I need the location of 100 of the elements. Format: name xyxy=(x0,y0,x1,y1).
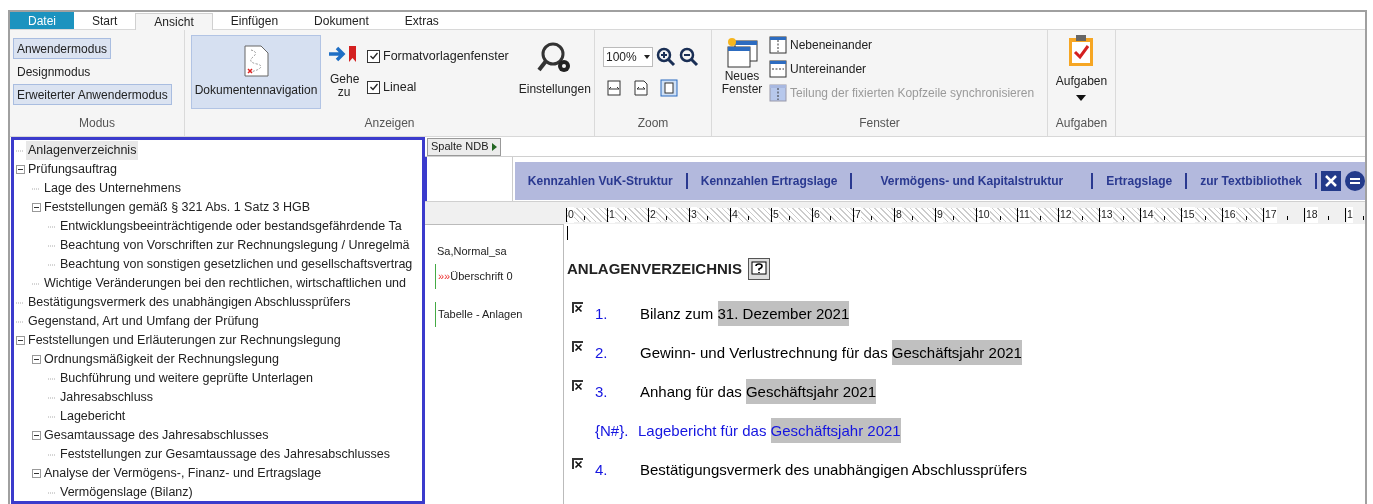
help-icon[interactable] xyxy=(748,258,770,281)
tree-item[interactable]: Vermögenslage (Bilanz) xyxy=(58,483,195,501)
tree-item[interactable]: Wichtige Veränderungen bei den rechtlichen, wirtschaftlichen und xyxy=(42,274,409,293)
expander-icon[interactable] xyxy=(31,203,41,212)
mode-button[interactable]: Anwendermodus xyxy=(13,38,112,59)
ruler-number: 0 xyxy=(568,207,574,223)
text-cursor xyxy=(567,226,568,240)
new-window-button[interactable]: Neues Fenster xyxy=(721,36,763,114)
collapse-icon[interactable] xyxy=(1345,171,1365,191)
tree-line xyxy=(16,149,24,152)
dropdown-arrow-icon xyxy=(644,55,650,59)
expander-icon[interactable] xyxy=(31,355,41,364)
tree-item[interactable]: Feststellungen und Erläuterungen zur Rechnungslegung xyxy=(26,331,343,350)
ruler-number: 9 xyxy=(937,207,943,223)
close-icon[interactable] xyxy=(1321,171,1341,191)
ribbon-tab[interactable]: Extras xyxy=(386,12,457,29)
tree-line xyxy=(48,396,56,399)
tree-item[interactable]: Entwicklungsbeeinträchtigende oder bestandsgefährdende Ta xyxy=(58,217,404,236)
ribbon-tab[interactable]: Datei xyxy=(10,12,74,29)
column-toggle-button[interactable]: Spalte NDB xyxy=(427,137,502,156)
zoom-out-icon[interactable] xyxy=(679,47,699,67)
list-entry-text: Anhang für das Geschäftsjahr 2021 xyxy=(640,380,876,404)
map-document-icon xyxy=(243,45,269,77)
tree-item[interactable]: Gegenstand, Art und Umfang der Prüfung xyxy=(26,312,261,331)
list-checkbox[interactable] xyxy=(572,379,583,391)
checkbox[interactable]: Lineal xyxy=(367,77,509,97)
mode-button[interactable]: Erweiterter Anwendermodus xyxy=(13,84,172,105)
ruler-number: 15 xyxy=(1183,207,1195,223)
tasks-button[interactable]: Aufgaben xyxy=(1055,33,1108,114)
tree-item[interactable]: Anlagenverzeichnis xyxy=(26,141,139,160)
zoom-in-icon[interactable] xyxy=(656,47,676,67)
ruler-number: 1 xyxy=(609,207,615,223)
mode-button[interactable]: Designmodus xyxy=(13,61,95,82)
expand-arrow-icon xyxy=(492,142,498,151)
tree-item[interactable]: Analyse der Vermögens-, Finanz- und Ertragslage xyxy=(42,464,324,483)
list-entry-text: Gewinn- und Verlustrechnung für das Geschäftsjahr 2021 xyxy=(640,341,1022,365)
expander-icon[interactable] xyxy=(31,431,41,440)
group-label: Fenster xyxy=(858,115,901,132)
list-entry-text: Bestätigungsvermerk des unabhängigen Abschlussprüfers xyxy=(640,459,1027,480)
tree-item[interactable]: Beachtung von Vorschriften zur Rechnungslegung / Unregelmä xyxy=(58,236,412,255)
page-width-icon[interactable] xyxy=(606,80,622,96)
tree-line xyxy=(32,187,40,190)
new-window-icon xyxy=(725,36,759,68)
ruler-number: 1 xyxy=(1347,207,1353,223)
ribbon-tab[interactable]: Einfügen xyxy=(212,12,297,29)
tree-item[interactable]: Feststellungen gemäß § 321 Abs. 1 Satz 3 HGB xyxy=(42,198,313,217)
toolbar-link[interactable]: Ertragslage xyxy=(1093,172,1186,190)
toolbar-link[interactable]: Vermögens- und Kapitalstruktur xyxy=(852,172,1092,190)
list-checkbox[interactable] xyxy=(572,457,583,469)
ruler-number: 4 xyxy=(732,207,738,223)
tree-line xyxy=(48,415,56,418)
checkmark-icon xyxy=(368,51,379,62)
dropdown-arrow-icon xyxy=(1076,95,1087,101)
ribbon-tab[interactable]: Start xyxy=(74,12,136,29)
toolbar-link[interactable]: zur Textbibliothek xyxy=(1187,172,1315,190)
ruler-number: 5 xyxy=(773,207,779,223)
list-checkbox[interactable] xyxy=(572,340,583,352)
tree-item[interactable]: Feststellungen zur Gesamtaussage des Jahresabschlusses xyxy=(58,445,393,464)
ruler-number: 18 xyxy=(1306,207,1318,223)
text-width-icon[interactable] xyxy=(633,80,649,96)
document-navigation-button[interactable]: Dokumentennavigation xyxy=(191,35,321,109)
window-layout-button[interactable]: Nebeneinander xyxy=(769,36,1035,54)
tree-item[interactable]: Ordnungsmäßigkeit der Rechnungslegung xyxy=(42,350,281,369)
group-label: Aufgaben xyxy=(1054,115,1109,132)
tree-item[interactable]: Lagebericht xyxy=(58,407,128,426)
checkbox[interactable]: Formatvorlagenfenster xyxy=(367,47,509,66)
tree-item[interactable]: Prüfungsauftrag xyxy=(26,160,119,179)
ruler-number: 11 xyxy=(1019,207,1030,223)
split-window-icon xyxy=(769,84,787,102)
whole-page-icon[interactable] xyxy=(660,79,678,97)
toolbar-link[interactable]: Kennzahlen VuK-Struktur xyxy=(514,172,686,190)
tree-item[interactable]: Jahresabschluss xyxy=(58,388,156,407)
ruler-number: 17 xyxy=(1265,207,1277,223)
tree-item[interactable]: Beachtung von sonstigen gesetzlichen und gesellschaftsvertrag xyxy=(58,255,415,274)
toolbar-link[interactable]: Kennzahlen Ertragslage xyxy=(687,172,851,190)
expander-icon[interactable] xyxy=(31,469,41,478)
settings-button[interactable]: Einstellungen xyxy=(518,35,591,98)
ruler-number: 16 xyxy=(1224,207,1236,223)
tree-item[interactable]: Gesamtaussage des Jahresabschlusses xyxy=(42,426,271,445)
group-label: Modus xyxy=(78,115,116,132)
ribbon-tab[interactable]: Ansicht xyxy=(135,13,213,30)
list-number: 1. xyxy=(595,303,609,324)
tree-item[interactable]: Buchführung und weitere geprüfte Unterlagen xyxy=(58,369,315,388)
ruler-number: 2 xyxy=(650,207,656,223)
tree-line xyxy=(48,225,56,228)
window-layout-button[interactable]: Untereinander xyxy=(769,60,1035,78)
expander-icon[interactable] xyxy=(15,165,25,174)
tree-item[interactable]: Bestätigungsvermerk des unabhängigen Abschlussprüfers xyxy=(26,293,353,312)
tree-item[interactable]: Lage des Unternehmens xyxy=(42,179,183,198)
tree-line xyxy=(48,263,56,266)
style-label: Tabelle - Anlagen xyxy=(438,307,523,323)
list-number: 2. xyxy=(595,342,609,363)
list-checkbox[interactable] xyxy=(572,301,583,313)
expander-icon[interactable] xyxy=(15,336,25,345)
zoom-select[interactable]: 100% xyxy=(603,47,653,67)
ruler-number: 12 xyxy=(1060,207,1072,223)
go-to-button[interactable]: Gehe zu xyxy=(327,35,361,99)
ribbon-tab[interactable]: Dokument xyxy=(296,12,387,29)
clipboard-check-icon xyxy=(1067,33,1096,67)
style-marker: »» xyxy=(438,269,451,285)
